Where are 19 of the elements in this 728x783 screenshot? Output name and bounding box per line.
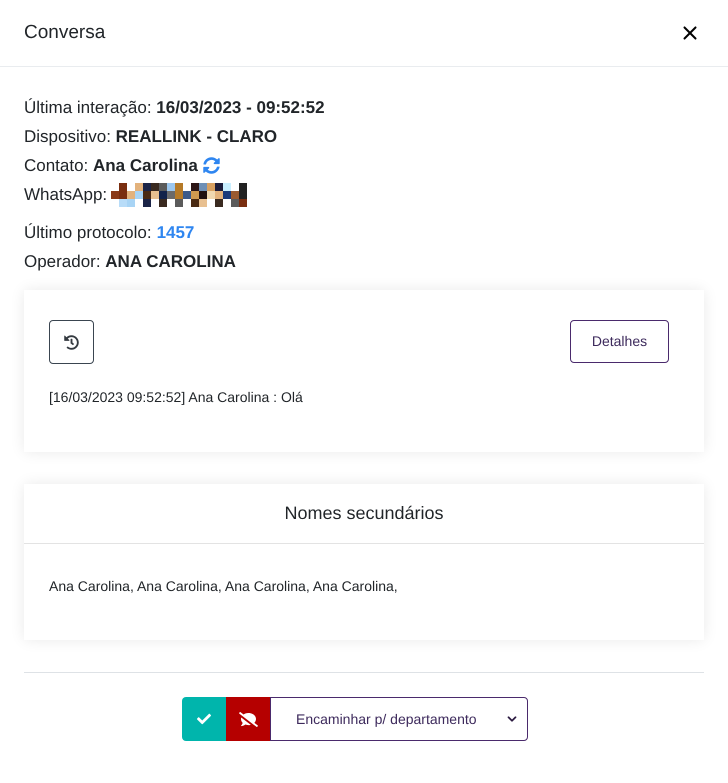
card-title: Nomes secundários	[284, 502, 444, 525]
protocol-link[interactable]: 1457	[156, 220, 194, 246]
chat-message: [16/03/2023 09:52:52] Ana Carolina : Olá	[49, 388, 304, 407]
dialog-title: Conversa	[24, 20, 106, 45]
history-button[interactable]	[49, 320, 94, 364]
info-label: WhatsApp:	[24, 184, 108, 206]
info-text: Dispositivo: REALLINK - CLARO	[24, 126, 278, 148]
info-label: Último protocolo:	[24, 222, 152, 244]
end-chat-button[interactable]	[226, 697, 270, 741]
secondary-names-text: Ana Carolina, Ana Carolina, Ana Carolina, Ana Carolina,	[49, 577, 399, 596]
check-icon	[197, 712, 211, 726]
info-text: Operador: ANA CAROLINA	[24, 250, 236, 273]
comment-slash-icon	[238, 712, 258, 726]
forward-department-select[interactable]: Encaminhar p/ departamento	[270, 697, 528, 741]
details-button[interactable]: Detalhes	[570, 320, 669, 363]
history-icon	[64, 334, 79, 350]
refresh-icon[interactable]	[202, 157, 220, 174]
info-text: Última interação: 16/03/2023 - 09:52:52	[24, 96, 325, 119]
info-text: Contato: Ana Carolina	[24, 154, 198, 177]
